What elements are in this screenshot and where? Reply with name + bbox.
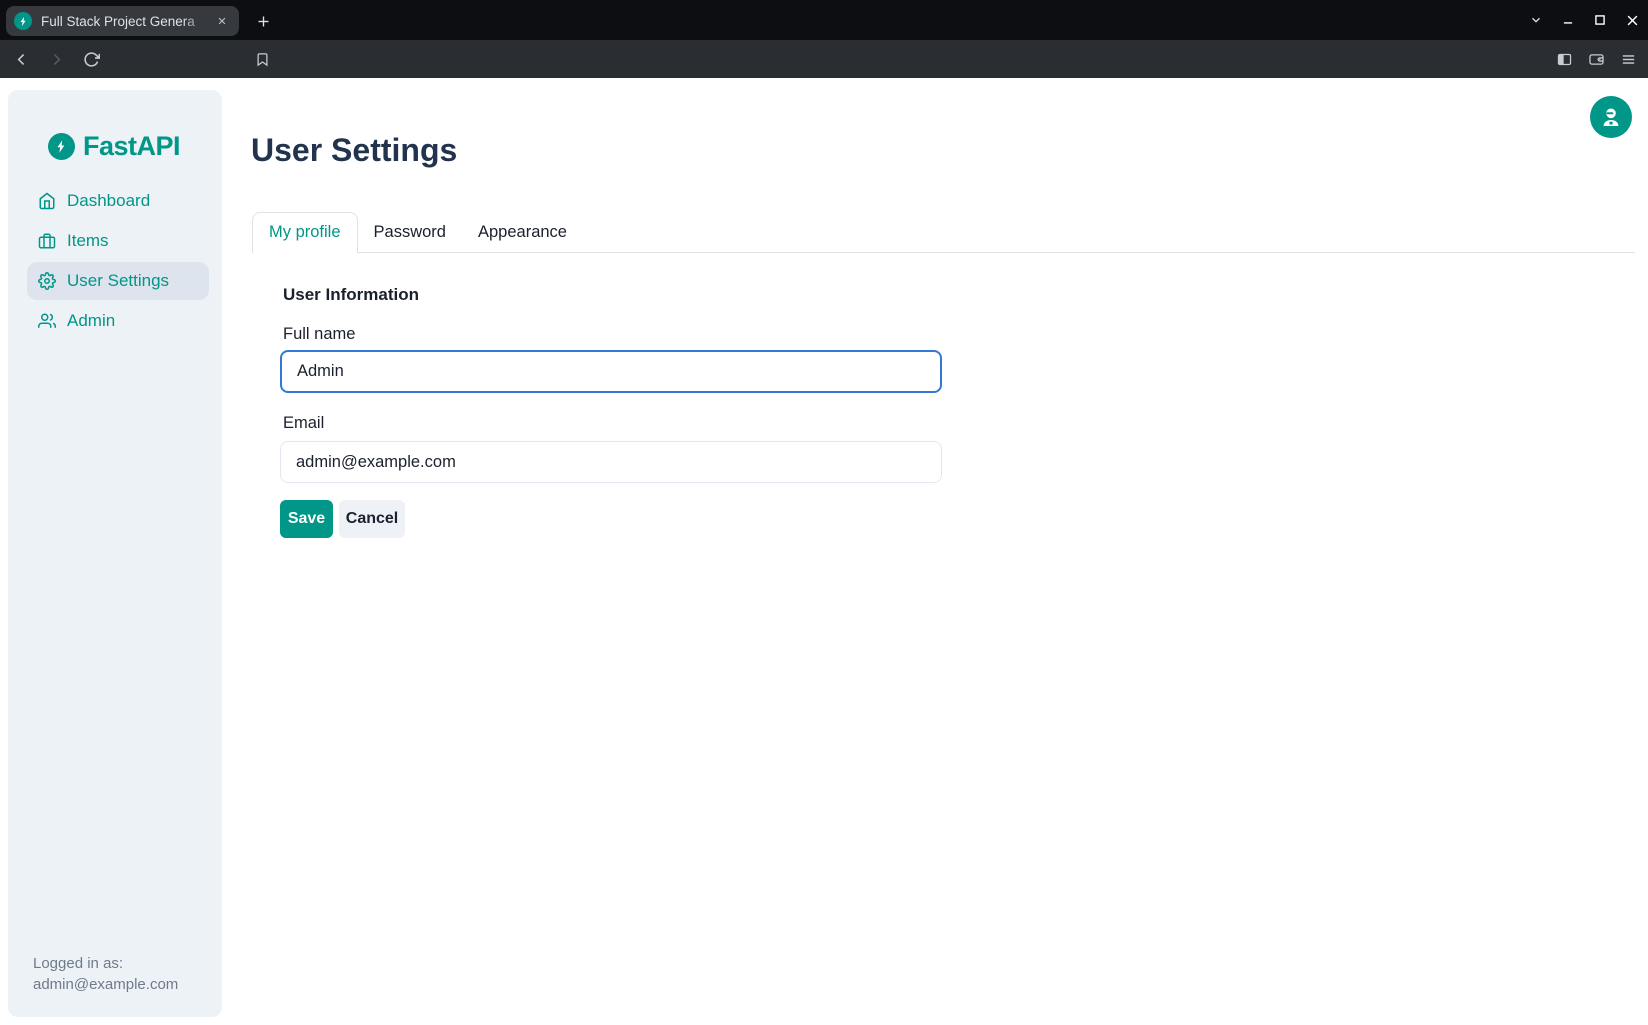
section-title: User Information	[283, 285, 419, 305]
browser-tab[interactable]: Full Stack Project Genera	[6, 6, 239, 36]
sidebar-panel-icon[interactable]	[1552, 47, 1576, 71]
users-icon	[38, 312, 56, 330]
window-maximize-button[interactable]	[1588, 8, 1612, 32]
fastapi-favicon	[14, 12, 32, 30]
toolbar-right	[1552, 40, 1640, 78]
tab-password[interactable]: Password	[358, 212, 462, 252]
page-title: User Settings	[251, 132, 457, 168]
sidebar-item-user-settings[interactable]: User Settings	[27, 262, 209, 300]
nav-buttons	[8, 40, 104, 78]
email-label: Email	[283, 414, 324, 433]
app-sidebar: FastAPI Dashboard Items User Settings	[8, 90, 222, 1017]
cancel-button[interactable]: Cancel	[339, 500, 405, 538]
tab-my-profile[interactable]: My profile	[252, 212, 358, 253]
sidebar-item-label: Dashboard	[67, 191, 150, 211]
sidebar-item-admin[interactable]: Admin	[27, 302, 209, 340]
tab-title: Full Stack Project Genera	[41, 14, 209, 29]
briefcase-icon	[38, 232, 56, 250]
window-controls	[1524, 0, 1644, 40]
logged-in-as: Logged in as: admin@example.com	[33, 953, 178, 995]
fastapi-bolt-icon	[48, 133, 75, 160]
full-name-input[interactable]	[280, 350, 942, 393]
sidebar-item-label: Items	[67, 231, 109, 251]
sidebar-item-dashboard[interactable]: Dashboard	[27, 182, 209, 220]
window-close-button[interactable]	[1620, 8, 1644, 32]
wallet-icon[interactable]	[1584, 47, 1608, 71]
home-icon	[38, 192, 56, 210]
sidebar-item-label: User Settings	[67, 271, 169, 291]
back-icon[interactable]	[8, 46, 34, 72]
bookmark-icon[interactable]	[250, 47, 274, 71]
settings-tabs: My profile Password Appearance	[252, 213, 1635, 253]
app-page: FastAPI Dashboard Items User Settings	[0, 78, 1648, 1025]
logged-in-email: admin@example.com	[33, 974, 178, 995]
user-astronaut-icon	[1599, 105, 1623, 129]
menu-icon[interactable]	[1616, 47, 1640, 71]
full-name-label: Full name	[283, 325, 355, 344]
form-buttons: Save Cancel	[280, 500, 405, 538]
user-menu-button[interactable]	[1590, 96, 1632, 138]
sidebar-item-label: Admin	[67, 311, 115, 331]
window-minimize-button[interactable]	[1556, 8, 1580, 32]
sidebar-item-items[interactable]: Items	[27, 222, 209, 260]
new-tab-button[interactable]	[251, 9, 275, 33]
forward-icon[interactable]	[43, 46, 69, 72]
chevron-down-icon[interactable]	[1524, 8, 1548, 32]
tab-strip: Full Stack Project Genera	[0, 0, 1648, 40]
gear-icon	[38, 272, 56, 290]
browser-window: Full Stack Project Genera	[0, 0, 1648, 1025]
reload-icon[interactable]	[78, 46, 104, 72]
logged-in-label: Logged in as:	[33, 953, 178, 974]
logo-text: FastAPI	[83, 131, 180, 162]
email-input[interactable]	[280, 441, 942, 483]
save-button[interactable]: Save	[280, 500, 333, 538]
browser-toolbar: localhost/settings 1	[0, 40, 1648, 78]
tab-appearance[interactable]: Appearance	[462, 212, 583, 252]
sidebar-nav: Dashboard Items User Settings Admin	[27, 182, 209, 342]
fastapi-logo: FastAPI	[48, 131, 180, 162]
tab-close-icon[interactable]	[213, 12, 231, 30]
